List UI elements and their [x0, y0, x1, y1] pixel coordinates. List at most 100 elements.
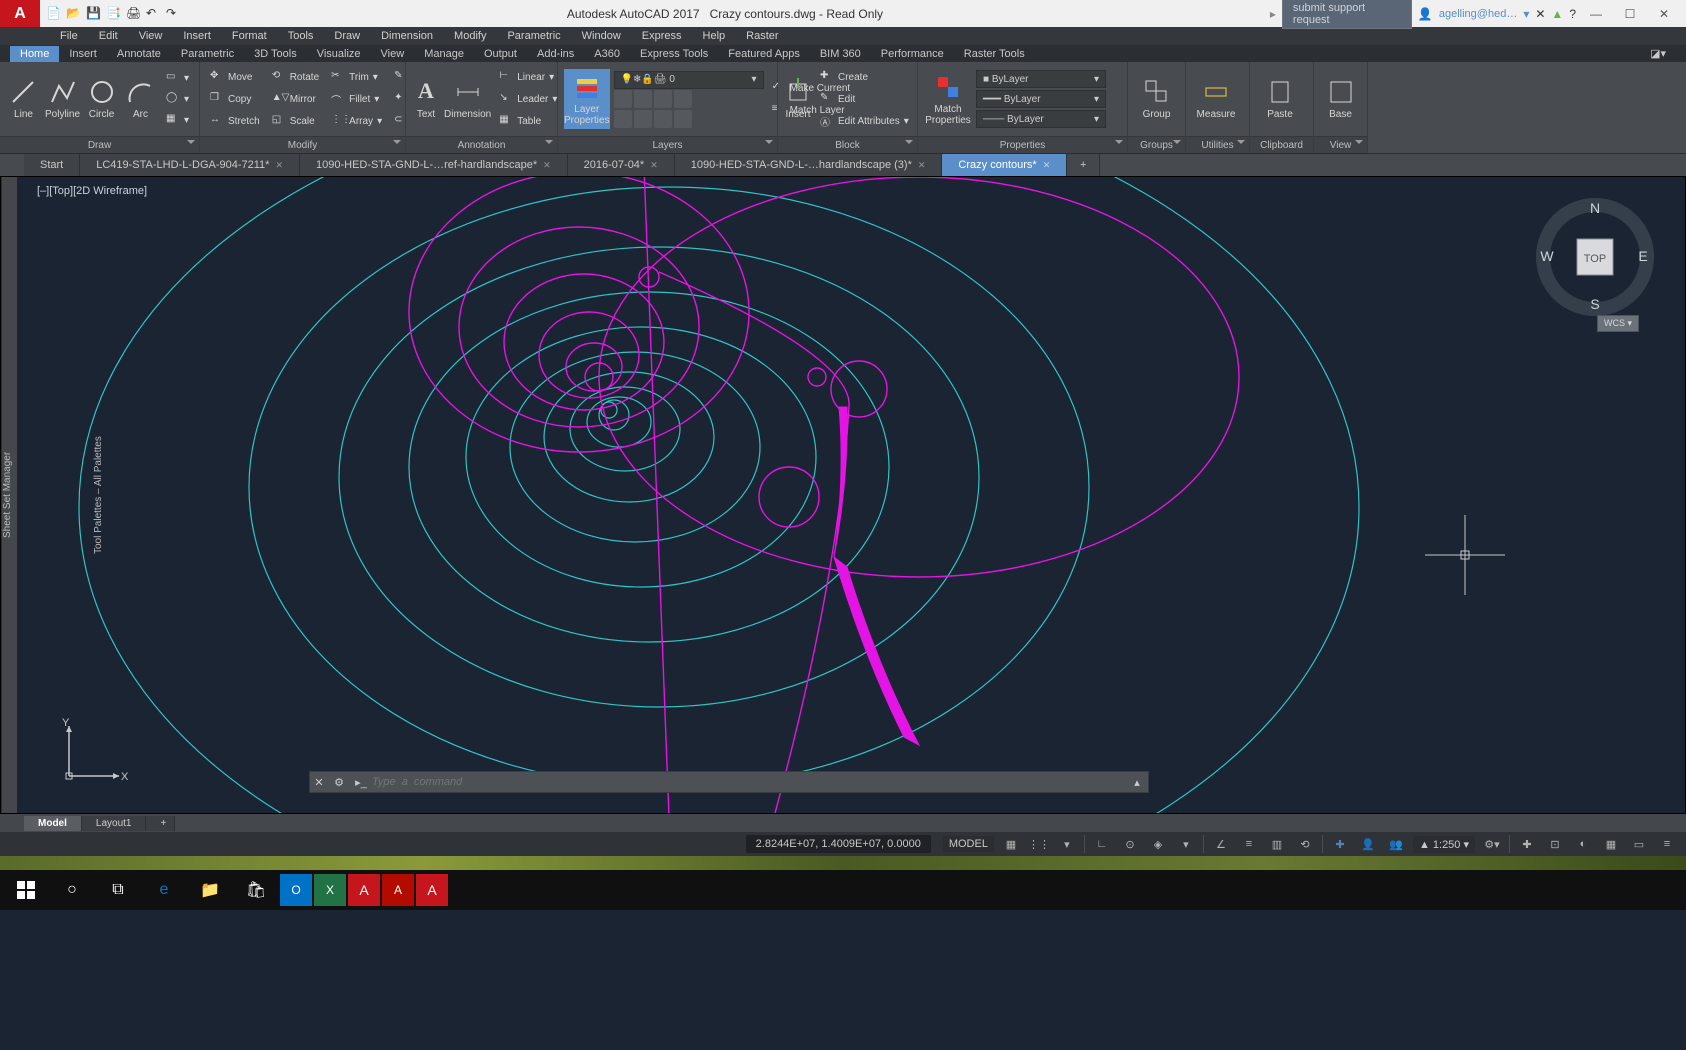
menu-file[interactable]: File	[50, 28, 88, 44]
stretch-button[interactable]: ↔Stretch	[206, 111, 264, 131]
outlook-icon[interactable]: O	[280, 874, 312, 906]
qat-redo-icon[interactable]: ↷	[166, 6, 182, 22]
layer-on-icon[interactable]	[614, 110, 632, 128]
menu-help[interactable]: Help	[693, 28, 736, 44]
autocad2-icon[interactable]: A	[416, 874, 448, 906]
group-button[interactable]: Group	[1134, 69, 1179, 129]
ribbon-tab-view[interactable]: View	[371, 46, 415, 62]
side-palettes[interactable]: Sheet Set Manager Tool Palettes – All Pa…	[1, 177, 17, 813]
ribbon-tab-performance[interactable]: Performance	[871, 46, 954, 62]
close-icon[interactable]: ✕	[1043, 160, 1051, 171]
layer-isolate-icon[interactable]	[634, 90, 652, 108]
edit-button[interactable]: ✎Edit	[816, 89, 913, 109]
layer-off-icon[interactable]	[614, 90, 632, 108]
ribbon-tab-expresstools[interactable]: Express Tools	[630, 46, 718, 62]
leader-button[interactable]: ↘Leader ▾	[495, 89, 561, 109]
rectangle-button[interactable]: ▭▾	[162, 68, 193, 88]
file-tab-active[interactable]: Crazy contours*✕	[942, 154, 1067, 176]
menu-view[interactable]: View	[129, 28, 173, 44]
copy-button[interactable]: ❐Copy	[206, 89, 264, 109]
customize-icon[interactable]: ≡	[1656, 834, 1678, 854]
file-tab-start[interactable]: Start	[24, 154, 80, 176]
ribbon-tab-home[interactable]: Home	[10, 46, 59, 62]
menu-draw[interactable]: Draw	[324, 28, 370, 44]
cmdline-recent-icon[interactable]: ⚙	[328, 776, 350, 789]
match-properties-button[interactable]: Match Properties	[924, 69, 972, 129]
layer-dropdown[interactable]: 💡❄🔒🖨 0▾	[614, 71, 764, 89]
store-icon[interactable]: 🛍	[234, 870, 278, 910]
a360-icon[interactable]: ▲	[1551, 7, 1563, 21]
base-button[interactable]: Base	[1320, 69, 1361, 129]
add-layout-button[interactable]: +	[146, 816, 175, 831]
cortana-button[interactable]: ○	[50, 870, 94, 910]
new-tab-button[interactable]: +	[1067, 154, 1100, 176]
layer-properties-button[interactable]: Layer Properties	[564, 69, 610, 129]
menu-dimension[interactable]: Dimension	[371, 28, 443, 44]
menu-window[interactable]: Window	[572, 28, 631, 44]
otrack-icon[interactable]: ∠	[1210, 834, 1232, 854]
wcs-label[interactable]: WCS ▾	[1597, 315, 1639, 332]
layer-lock-icon[interactable]	[674, 90, 692, 108]
menu-express[interactable]: Express	[632, 28, 692, 44]
annoscale-icon[interactable]: 👤	[1357, 834, 1379, 854]
qat-save-icon[interactable]: 💾	[86, 6, 102, 22]
close-button[interactable]: ✕	[1650, 7, 1678, 21]
measure-button[interactable]: Measure	[1192, 69, 1240, 129]
move-button[interactable]: ✥Move	[206, 67, 264, 87]
exchange-icon[interactable]: ✕	[1535, 7, 1545, 21]
edit-attributes-button[interactable]: ⒶEdit Attributes ▾	[816, 111, 913, 131]
menu-raster[interactable]: Raster	[736, 28, 788, 44]
linetype-dropdown[interactable]: ─── ByLayer▾	[976, 110, 1106, 128]
lwdisplay-icon[interactable]: ≡	[1238, 834, 1260, 854]
linear-button[interactable]: ⊢Linear ▾	[495, 67, 561, 87]
polyline-button[interactable]: Polyline	[45, 69, 80, 129]
menu-modify[interactable]: Modify	[444, 28, 496, 44]
command-line[interactable]: ✕ ⚙ ▸_ ▴	[309, 771, 1149, 793]
close-icon[interactable]: ✕	[275, 160, 283, 171]
menu-tools[interactable]: Tools	[278, 28, 324, 44]
isodraft-icon[interactable]: ◈	[1147, 834, 1169, 854]
hatch-button[interactable]: ▦▾	[162, 110, 193, 130]
mirror-button[interactable]: ▲▽Mirror	[268, 89, 323, 109]
ribbon-tab-visualize[interactable]: Visualize	[307, 46, 371, 62]
ribbon-tab-addins[interactable]: Add-ins	[527, 46, 584, 62]
quickprops-icon[interactable]: ✚	[1516, 834, 1538, 854]
signin-icon[interactable]: 👤	[1418, 7, 1433, 21]
grid-icon[interactable]: ▦	[1000, 834, 1022, 854]
fillet-button[interactable]: ⌒Fillet ▾	[327, 89, 386, 109]
drawing-area[interactable]: Sheet Set Manager Tool Palettes – All Pa…	[0, 176, 1686, 814]
file-tab[interactable]: LC419-STA-LHD-L-DGA-904-7211*✕	[80, 154, 300, 176]
arc-button[interactable]: Arc	[123, 69, 158, 129]
menu-format[interactable]: Format	[222, 28, 277, 44]
help-search-input[interactable]: submit support request	[1282, 0, 1412, 29]
ellipse-button[interactable]: ◯▾	[162, 89, 193, 109]
cmdline-expand-icon[interactable]: ▴	[1126, 776, 1148, 789]
cleanscreen-icon[interactable]: ▭	[1628, 834, 1650, 854]
qat-undo-icon[interactable]: ↶	[146, 6, 162, 22]
layer-freeze-icon[interactable]	[654, 90, 672, 108]
paste-button[interactable]: Paste	[1256, 69, 1304, 129]
edge-icon[interactable]: e	[142, 870, 186, 910]
infer-icon[interactable]: ▾	[1056, 834, 1078, 854]
model-tab[interactable]: Model	[24, 816, 82, 831]
start-button[interactable]	[4, 870, 48, 910]
maximize-button[interactable]: ☐	[1616, 7, 1644, 21]
menu-insert[interactable]: Insert	[173, 28, 221, 44]
cmdline-close-icon[interactable]: ✕	[310, 776, 328, 789]
command-input[interactable]	[372, 776, 1126, 788]
file-tab[interactable]: 1090-HED-STA-GND-L-…ref-hardlandscape*✕	[300, 154, 568, 176]
ribbon-tab-parametric[interactable]: Parametric	[171, 46, 244, 62]
file-tab[interactable]: 2016-07-04*✕	[568, 154, 675, 176]
osnap-icon[interactable]: ▾	[1175, 834, 1197, 854]
user-name[interactable]: agelling@hed…	[1439, 8, 1517, 20]
scale-button[interactable]: ◱Scale	[268, 111, 323, 131]
annomonitor-icon[interactable]: ✚	[1329, 834, 1351, 854]
rotate-button[interactable]: ⟲Rotate	[268, 67, 323, 87]
app-logo-icon[interactable]: A	[0, 0, 40, 27]
minimize-button[interactable]: —	[1582, 7, 1610, 21]
ribbon-tab-3dtools[interactable]: 3D Tools	[244, 46, 307, 62]
ribbon-tab-manage[interactable]: Manage	[414, 46, 474, 62]
cycling-icon[interactable]: ⟲	[1294, 834, 1316, 854]
create-button[interactable]: ✚Create	[816, 67, 913, 87]
sheet-set-manager-tab[interactable]: Sheet Set Manager	[2, 183, 13, 807]
